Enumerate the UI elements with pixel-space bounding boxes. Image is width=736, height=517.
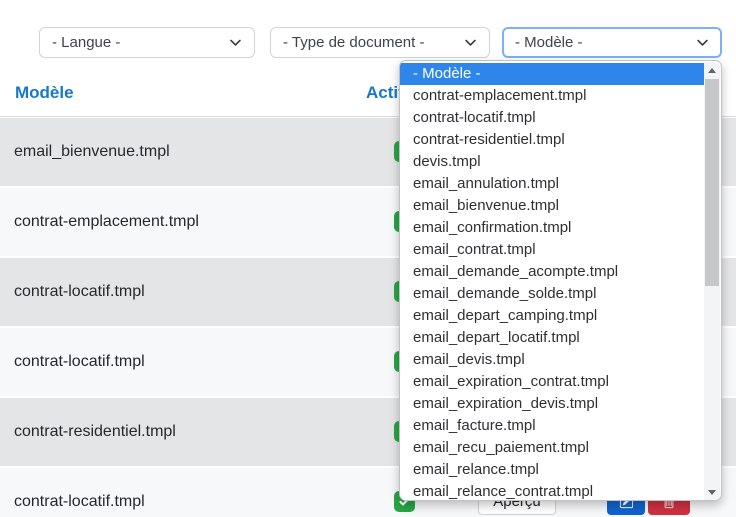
- dropdown-option[interactable]: devis.tmpl: [400, 151, 704, 173]
- chevron-down-icon: [229, 36, 242, 49]
- modele-select[interactable]: - Modèle -: [502, 27, 722, 58]
- dropdown-option[interactable]: email_annulation.tmpl: [400, 173, 704, 195]
- modele-dropdown-panel: - Modèle - contrat-emplacement.tmpl cont…: [399, 60, 722, 501]
- dropdown-option[interactable]: contrat-emplacement.tmpl: [400, 85, 704, 107]
- dropdown-option[interactable]: email_relance_contrat.tmpl: [400, 481, 704, 501]
- row-name: contrat-locatif.tmpl: [14, 353, 145, 371]
- type-document-select[interactable]: - Type de document -: [270, 27, 490, 58]
- dropdown-option[interactable]: email_depart_camping.tmpl: [400, 305, 704, 327]
- modele-select-value: - Modèle -: [515, 34, 583, 51]
- langue-select[interactable]: - Langue -: [39, 27, 255, 58]
- dropdown-option[interactable]: email_recu_paiement.tmpl: [400, 437, 704, 459]
- dropdown-option[interactable]: email_expiration_contrat.tmpl: [400, 371, 704, 393]
- dropdown-option[interactable]: email_facture.tmpl: [400, 415, 704, 437]
- dropdown-option[interactable]: email_depart_locatif.tmpl: [400, 327, 704, 349]
- dropdown-option[interactable]: email_relance.tmpl: [400, 459, 704, 481]
- row-name: contrat-locatif.tmpl: [14, 493, 145, 511]
- dropdown-option[interactable]: email_demande_acompte.tmpl: [400, 261, 704, 283]
- row-name: contrat-residentiel.tmpl: [14, 423, 176, 441]
- row-name: contrat-locatif.tmpl: [14, 283, 145, 301]
- dropdown-option[interactable]: email_bienvenue.tmpl: [400, 195, 704, 217]
- dropdown-option[interactable]: email_demande_solde.tmpl: [400, 283, 704, 305]
- scrollbar-thumb[interactable]: [705, 79, 719, 286]
- templates-admin-page: - Langue - - Type de document - - Modèle…: [0, 0, 736, 517]
- scroll-up-icon: [708, 68, 716, 73]
- chevron-down-icon: [696, 36, 709, 49]
- dropdown-option[interactable]: contrat-residentiel.tmpl: [400, 129, 704, 151]
- dropdown-option[interactable]: email_confirmation.tmpl: [400, 217, 704, 239]
- column-header-modele: Modèle: [15, 70, 74, 116]
- row-name: email_bienvenue.tmpl: [14, 143, 170, 161]
- scrollbar[interactable]: [704, 62, 720, 501]
- dropdown-option[interactable]: email_devis.tmpl: [400, 349, 704, 371]
- row-name: contrat-emplacement.tmpl: [14, 213, 199, 231]
- dropdown-option[interactable]: email_expiration_devis.tmpl: [400, 393, 704, 415]
- langue-select-value: - Langue -: [52, 34, 120, 51]
- type-document-select-value: - Type de document -: [283, 34, 424, 51]
- dropdown-option[interactable]: contrat-locatif.tmpl: [400, 107, 704, 129]
- dropdown-options: - Modèle - contrat-emplacement.tmpl cont…: [400, 63, 704, 501]
- scrollbar-up-button[interactable]: [704, 62, 720, 79]
- dropdown-option[interactable]: - Modèle -: [400, 63, 704, 85]
- scroll-down-icon: [708, 490, 716, 495]
- dropdown-option[interactable]: email_contrat.tmpl: [400, 239, 704, 261]
- chevron-down-icon: [464, 36, 477, 49]
- scrollbar-down-button[interactable]: [704, 484, 720, 501]
